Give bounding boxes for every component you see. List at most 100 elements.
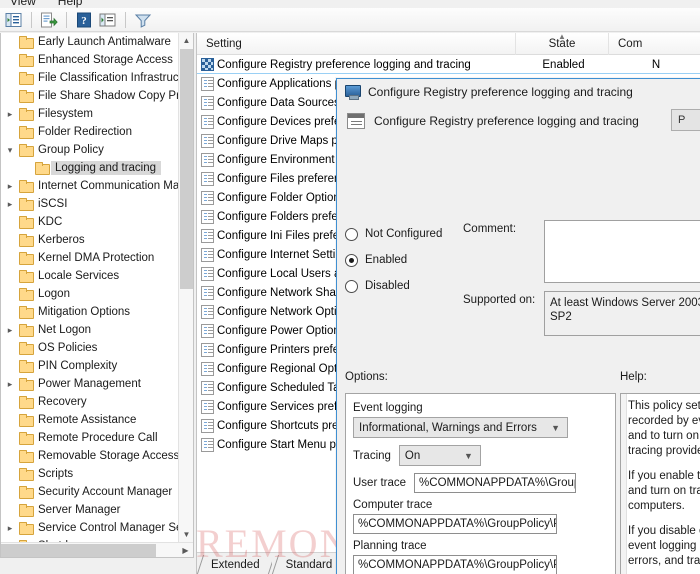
folder-icon <box>17 216 35 229</box>
previous-setting-button[interactable]: P <box>671 109 700 131</box>
computer-trace-input[interactable]: %COMMONAPPDATA%\GroupPolicy\Pr <box>353 514 557 534</box>
tree-item[interactable]: Recovery <box>1 393 179 411</box>
help-scrollbar[interactable] <box>621 394 627 574</box>
folder-icon <box>17 468 35 481</box>
tab-standard-label: Standard <box>285 558 333 571</box>
help-pane-icon[interactable] <box>97 9 119 30</box>
tracing-select[interactable]: On ▼ <box>398 445 481 466</box>
tree-item[interactable]: Kernel DMA Protection <box>1 249 179 267</box>
tree-item-label: Server Manager <box>38 504 121 516</box>
funnel-icon[interactable] <box>132 9 154 30</box>
tree-item[interactable]: Scripts <box>1 465 179 483</box>
export-icon[interactable] <box>38 9 60 30</box>
tree-item[interactable]: Security Account Manager <box>1 483 179 501</box>
dialog-title-bar[interactable]: Configure Registry preference logging an… <box>337 79 700 105</box>
tree-item[interactable]: Kerberos <box>1 231 179 249</box>
chevron-down-icon[interactable]: ▾ <box>3 145 17 156</box>
tree-item[interactable]: Server Manager <box>1 501 179 519</box>
policy-doc-icon <box>197 342 217 357</box>
tree-item-label: KDC <box>38 216 63 228</box>
group-policy-editor-window: View Help ? Early Launch Antimalware Enh… <box>0 0 700 574</box>
column-header-setting-label: Setting <box>206 37 242 50</box>
tree-item[interactable]: Removable Storage Access <box>1 447 179 465</box>
policy-doc-icon <box>197 323 217 338</box>
policy-doc-icon <box>197 304 217 319</box>
chevron-right-icon[interactable]: ▸ <box>3 379 17 390</box>
tab-extended[interactable]: Extended <box>197 555 272 574</box>
chevron-right-icon[interactable]: ▸ <box>3 109 17 120</box>
tree-item[interactable]: Mitigation Options <box>1 303 179 321</box>
tree-item-label: Recovery <box>38 396 87 408</box>
chevron-right-icon[interactable]: ▸ <box>3 325 17 336</box>
tree-item[interactable]: ▸ Internet Communication Mar <box>1 177 183 195</box>
question-mark-icon[interactable]: ? <box>73 9 95 30</box>
tree-scroll-thumb[interactable] <box>180 49 193 289</box>
user-trace-input[interactable]: %COMMONAPPDATA%\GroupPolicy\Pr <box>414 473 577 493</box>
folder-icon <box>17 198 35 211</box>
radio-not-configured-indicator[interactable] <box>345 227 358 241</box>
tree-item[interactable]: Enhanced Storage Access <box>1 51 179 69</box>
planning-trace-label: Planning trace <box>353 540 427 552</box>
chevron-right-icon[interactable]: ▸ <box>3 523 17 534</box>
tree-item[interactable]: Logon <box>1 285 179 303</box>
chevron-right-icon[interactable]: ▸ <box>3 199 17 210</box>
tree-item[interactable]: KDC <box>1 213 179 231</box>
radio-disabled-indicator[interactable] <box>345 279 358 293</box>
tree-item[interactable]: Remote Assistance <box>1 411 179 429</box>
tree-item[interactable]: ▸ iSCSI <box>1 195 179 213</box>
tree-item[interactable]: Remote Procedure Call <box>1 429 179 447</box>
tree-hscroll-thumb[interactable] <box>1 544 156 557</box>
user-trace-row: User trace %COMMONAPPDATA%\GroupPolicy\P… <box>353 473 607 493</box>
tree-item-label: Remote Assistance <box>38 414 137 426</box>
folder-icon <box>17 234 35 247</box>
folder-icon <box>17 306 35 319</box>
menu-item-help[interactable]: Help <box>58 0 83 8</box>
comment-input[interactable] <box>544 220 700 283</box>
tree-item[interactable]: ▸ Net Logon <box>1 321 179 339</box>
tree-item[interactable]: File Classification Infrastructu <box>1 69 188 87</box>
tree-item[interactable]: Early Launch Antimalware <box>1 33 179 51</box>
event-logging-value: Informational, Warnings and Errors <box>359 421 537 434</box>
column-header-setting[interactable]: Setting <box>197 32 516 55</box>
policy-doc-icon <box>197 114 217 129</box>
folder-icon <box>17 432 35 445</box>
tree-item[interactable]: ▸ Filesystem <box>1 105 179 123</box>
tree-item[interactable]: OS Policies <box>1 339 179 357</box>
radio-enabled[interactable]: Enabled <box>345 247 495 273</box>
tree-item-label: Group Policy <box>38 144 104 156</box>
tab-standard[interactable]: Standard <box>271 555 345 574</box>
scroll-right-icon[interactable]: ▶ <box>178 543 193 557</box>
table-row[interactable]: Configure Registry preference logging an… <box>197 55 700 74</box>
console-tree-icon[interactable] <box>3 9 25 30</box>
console-tree-pane: Early Launch Antimalware Enhanced Storage… <box>0 33 194 558</box>
event-logging-select[interactable]: Informational, Warnings and Errors ▼ <box>353 417 568 438</box>
tree-item[interactable]: Locale Services <box>1 267 179 285</box>
scroll-down-icon[interactable]: ▼ <box>179 527 193 542</box>
tree-item[interactable]: ▾ Group Policy <box>1 141 179 159</box>
tree-item[interactable]: ▸ Power Management <box>1 375 179 393</box>
dialog-policy-heading: Configure Registry preference logging an… <box>337 105 700 137</box>
tree-item[interactable]: ▸ Service Control Manager Setti <box>1 519 191 537</box>
tree-item[interactable]: Logging and tracing <box>1 159 179 177</box>
tree-item-label: Filesystem <box>38 108 93 120</box>
dialog-policy-name: Configure Registry preference logging an… <box>374 114 639 128</box>
folder-icon <box>17 54 35 67</box>
tree-item[interactable]: PIN Complexity <box>1 357 179 375</box>
tree-item[interactable]: Folder Redirection <box>1 123 179 141</box>
tree-item-label: Logging and tracing <box>51 161 162 175</box>
menu-item-view[interactable]: View <box>10 0 36 8</box>
radio-enabled-indicator[interactable] <box>345 253 358 267</box>
policy-doc-icon <box>197 380 217 395</box>
column-header-comment[interactable]: Com <box>609 33 700 55</box>
column-header-state[interactable]: ▲ State <box>516 32 609 55</box>
scroll-up-icon[interactable]: ▲ <box>179 33 193 48</box>
chevron-right-icon[interactable]: ▸ <box>3 181 17 192</box>
planning-trace-input[interactable]: %COMMONAPPDATA%\GroupPolicy\Pr <box>353 555 557 574</box>
policy-doc-icon <box>197 209 217 224</box>
policy-doc-icon <box>197 437 217 452</box>
toolbar-separator <box>66 11 67 28</box>
tree-vertical-scrollbar[interactable]: ▲ ▼ <box>178 33 193 542</box>
tree-horizontal-scrollbar[interactable]: ▶ <box>1 542 193 557</box>
radio-not-configured-label: Not Configured <box>365 228 443 240</box>
tree-item[interactable]: File Share Shadow Copy Provi <box>1 87 193 105</box>
